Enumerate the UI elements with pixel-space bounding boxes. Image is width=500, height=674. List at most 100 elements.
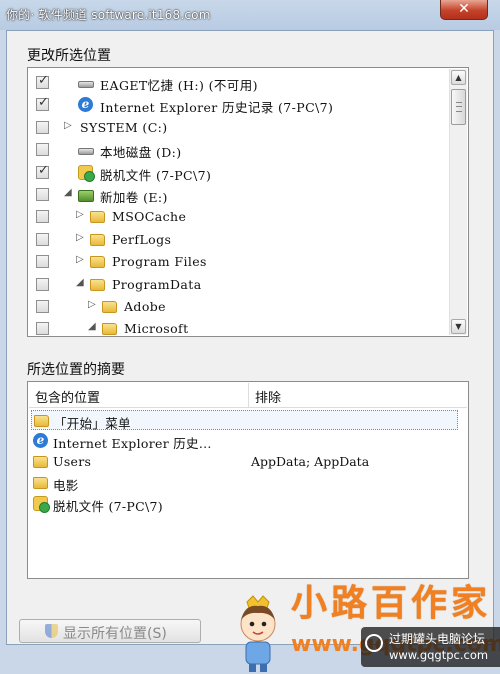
folder-icon [102,323,117,336]
summary-included-location: Users [53,454,92,469]
tree-item[interactable]: ◢ Microsoft [28,318,448,340]
column-header-included[interactable]: 包含的位置 [35,387,100,406]
scroll-down-button[interactable]: ▼ [451,319,466,334]
summary-list[interactable]: 包含的位置 排除 「开始」菜单 e Internet Explorer 历史... U… [27,381,469,579]
tree-item-label: Microsoft [124,321,189,337]
tree-item-checkbox[interactable] [36,232,49,246]
tree-item-checkbox[interactable] [36,277,49,291]
column-header-excluded[interactable]: 排除 [255,387,281,406]
offline-files-icon [33,496,50,513]
tree-item-icon: e [78,96,96,113]
checkmark-icon: ✓ [38,95,49,111]
scroll-thumb[interactable] [451,89,466,125]
watermark-logo: 小路百作家 www.gqgtpc.com 过期罐头电脑论坛 www.gqgtpc… [229,574,500,674]
folder-icon [90,278,105,291]
summary-row-icon [34,412,50,428]
tree-item[interactable]: ▷ SYSTEM (C:) [28,117,448,139]
collapse-arrow-icon[interactable]: ◢ [76,277,84,288]
drive-icon [78,81,94,88]
collapse-arrow-icon[interactable]: ◢ [64,187,72,198]
mascot-icon [240,595,276,672]
summary-row[interactable]: 「开始」菜单 [31,410,458,431]
forum-badge: 过期罐头电脑论坛 www.gqgtpc.com [361,627,500,667]
expand-arrow-icon[interactable]: ▷ [64,120,72,131]
tree-item-icon [90,253,108,270]
tree-item[interactable]: ▷ Program Files [28,251,448,273]
tree-item-label: Adobe [124,299,166,314]
tree-item-label: 脱机文件 (7-PC\7) [100,167,212,183]
tree-item-label: Internet Explorer 历史记录 (7-PC\7) [100,100,334,116]
folder-icon [33,477,48,489]
tree-item-icon [102,320,120,337]
tree-item[interactable]: ▷ MSOCache [28,206,448,228]
folder-icon [90,211,105,224]
summary-included-location: 「开始」菜单 [54,416,131,431]
summary-row[interactable]: 脱机文件 (7-PC\7) [31,494,458,514]
folder-icon [90,233,105,246]
tree-item[interactable]: ◢ ProgramData [28,274,448,296]
tree-item-checkbox[interactable] [36,255,49,269]
tree-item-label: 本地磁盘 (D:) [100,145,182,161]
tree-scrollbar[interactable]: ▲ ▼ [449,69,467,335]
summary-row-icon [33,474,49,490]
tree-item-checkbox[interactable] [36,143,49,157]
tree-item-checkbox[interactable] [36,322,49,336]
folder-icon [33,456,48,468]
internet-explorer-icon: e [33,433,48,448]
locations-tree[interactable]: ▲ ▼ ✓ EAGET忆捷 (H:) (不可用) ✓ e Internet Explor… [27,67,469,337]
tree-item[interactable]: ✓ e Internet Explorer 历史记录 (7-PC\7) [28,94,448,116]
show-all-locations-button[interactable]: 显示所有位置(S) [19,619,201,643]
internet-explorer-icon: e [78,97,93,113]
tree-item[interactable]: ▷ PerfLogs [28,229,448,251]
folder-icon [34,415,49,427]
tree-item[interactable]: ✓ 脱机文件 (7-PC\7) [28,162,448,184]
window-titlebar: 你的· 软件频道 software.it168.com ✕ [0,0,500,30]
summary-included-location: 脱机文件 (7-PC\7) [53,499,163,514]
expand-arrow-icon[interactable]: ▷ [76,209,84,220]
tree-item-icon [78,164,96,182]
tree-item-label: 新加卷 (E:) [100,190,168,205]
forum-logo-icon [365,634,383,652]
summary-row[interactable]: e Internet Explorer 历史... [31,431,458,451]
expand-arrow-icon[interactable]: ▷ [88,299,96,310]
summary-row-icon [33,453,49,469]
close-button[interactable]: ✕ [440,0,488,20]
summary-row[interactable]: 电影 [31,473,458,493]
tree-item-checkbox[interactable]: ✓ [36,162,49,179]
tree-item-checkbox[interactable] [36,120,49,134]
offline-files-icon [78,164,95,182]
tree-item-label: ProgramData [112,276,202,292]
folder-icon [90,256,105,269]
tree-item-label: EAGET忆捷 (H:) (不可用) [100,78,258,93]
tree-item-checkbox[interactable] [36,300,49,313]
change-locations-title: 更改所选位置 [27,48,111,64]
collapse-arrow-icon[interactable]: ◢ [88,321,96,332]
expand-arrow-icon[interactable]: ▷ [76,254,84,265]
tree-item[interactable]: ▷ Adobe [28,296,448,318]
checkmark-icon: ✓ [38,162,49,178]
summary-excluded-value: AppData; AppData [251,454,370,469]
tree-item-icon [102,298,120,315]
tree-item-label: SYSTEM (C:) [80,119,168,135]
watermark-text: 你的· 软件频道 software.it168.com [6,8,211,22]
tree-item-icon [90,276,108,293]
tree-item-icon [90,208,108,225]
tree-item-checkbox[interactable] [36,210,49,224]
tree-item-label: Program Files [112,254,207,270]
summary-row-icon [33,495,50,513]
tree-item[interactable]: 本地磁盘 (D:) [28,139,448,161]
tree-item-checkbox[interactable]: ✓ [36,95,49,112]
summary-header: 包含的位置 排除 [29,383,467,408]
tree-item[interactable]: ◢ 新加卷 (E:) [28,184,448,206]
drive-icon [78,148,94,156]
tree-item[interactable]: ✓ EAGET忆捷 (H:) (不可用) [28,72,448,94]
expand-arrow-icon[interactable]: ▷ [76,232,84,243]
scroll-up-button[interactable]: ▲ [451,70,466,85]
summary-row[interactable]: Users AppData; AppData [31,452,458,472]
tree-item-icon [78,141,96,158]
summary-included-location: Internet Explorer 历史... [53,436,212,451]
summary-included-location: 电影 [53,478,79,493]
tree-item-checkbox[interactable]: ✓ [36,73,49,89]
tree-item-checkbox[interactable] [36,188,49,201]
dialog-client-area: 更改所选位置 ▲ ▼ ✓ EAGET忆捷 (H:) (不可用) ✓ e Internet… [6,30,500,672]
